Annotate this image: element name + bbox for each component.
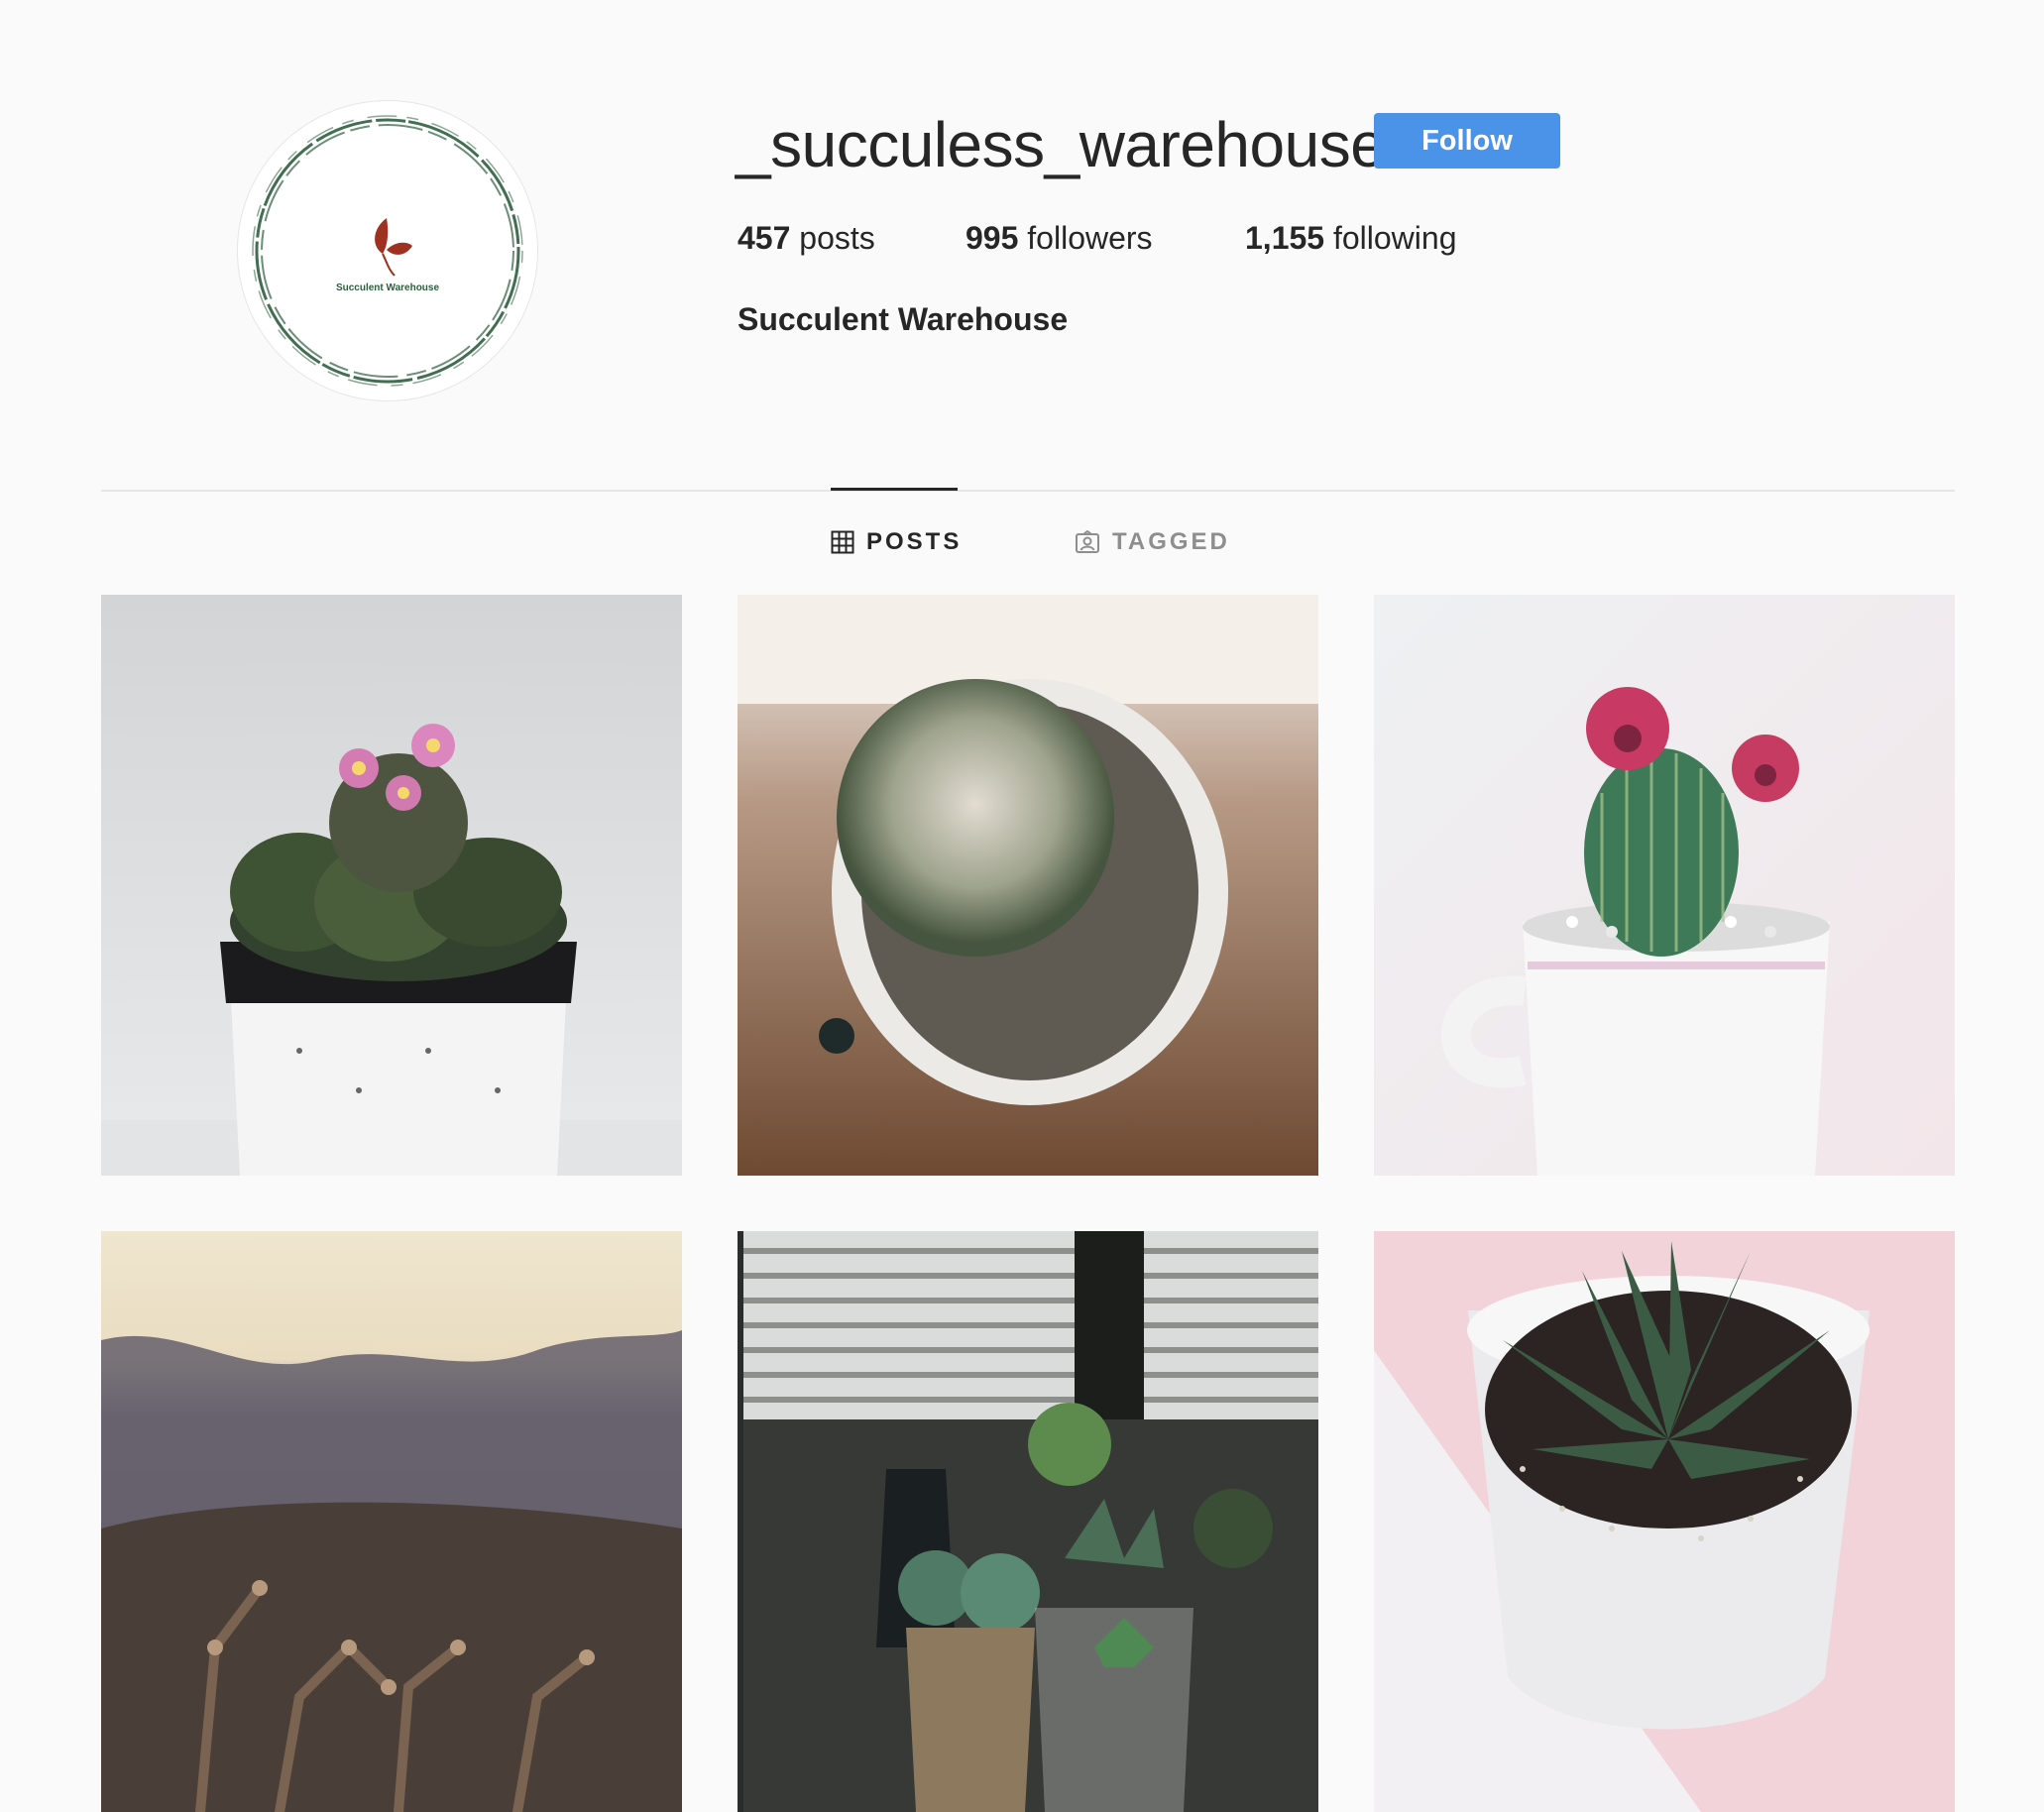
followers-stat[interactable]: 995 followers (965, 216, 1153, 260)
followers-count: 995 (965, 220, 1019, 256)
tab-tagged-label: TAGGED (1112, 528, 1230, 555)
tab-tagged[interactable]: TAGGED (1075, 525, 1230, 559)
avatar-logo-text: Succulent Warehouse (336, 283, 440, 293)
post-photo-4 (101, 1231, 682, 1812)
profile-avatar[interactable]: Succulent Warehouse (238, 101, 537, 400)
following-stat[interactable]: 1,155 following (1245, 216, 1456, 260)
followers-label: followers (1027, 220, 1153, 256)
post-thumbnail[interactable] (738, 595, 1318, 1176)
post-photo-2 (738, 595, 1318, 1176)
post-photo-3 (1374, 595, 1955, 1176)
post-thumbnail[interactable] (101, 595, 682, 1176)
post-photo-5 (738, 1231, 1318, 1812)
posts-count-stat: 457 posts (738, 216, 875, 260)
post-thumbnail[interactable] (1374, 1231, 1955, 1812)
tabs-divider (101, 490, 1955, 492)
posts-count: 457 (738, 220, 791, 256)
following-count: 1,155 (1245, 220, 1325, 256)
following-label: following (1332, 220, 1457, 256)
follow-button[interactable]: Follow (1374, 113, 1560, 169)
succulent-warehouse-logo-icon: Succulent Warehouse (252, 115, 523, 387)
tab-posts[interactable]: POSTS (831, 525, 962, 559)
grid-icon (831, 530, 854, 554)
active-tab-indicator (831, 488, 958, 491)
tab-posts-label: POSTS (866, 528, 963, 555)
profile-username: _succuless_warehouse (736, 109, 1386, 180)
profile-full-name: Succulent Warehouse (738, 301, 1069, 337)
post-thumbnail[interactable] (1374, 595, 1955, 1176)
tagged-icon (1076, 530, 1099, 553)
post-photo-1 (101, 595, 682, 1176)
posts-label: posts (799, 220, 875, 256)
post-photo-6 (1374, 1231, 1955, 1812)
post-thumbnail[interactable] (101, 1231, 682, 1812)
post-thumbnail[interactable] (738, 1231, 1318, 1812)
